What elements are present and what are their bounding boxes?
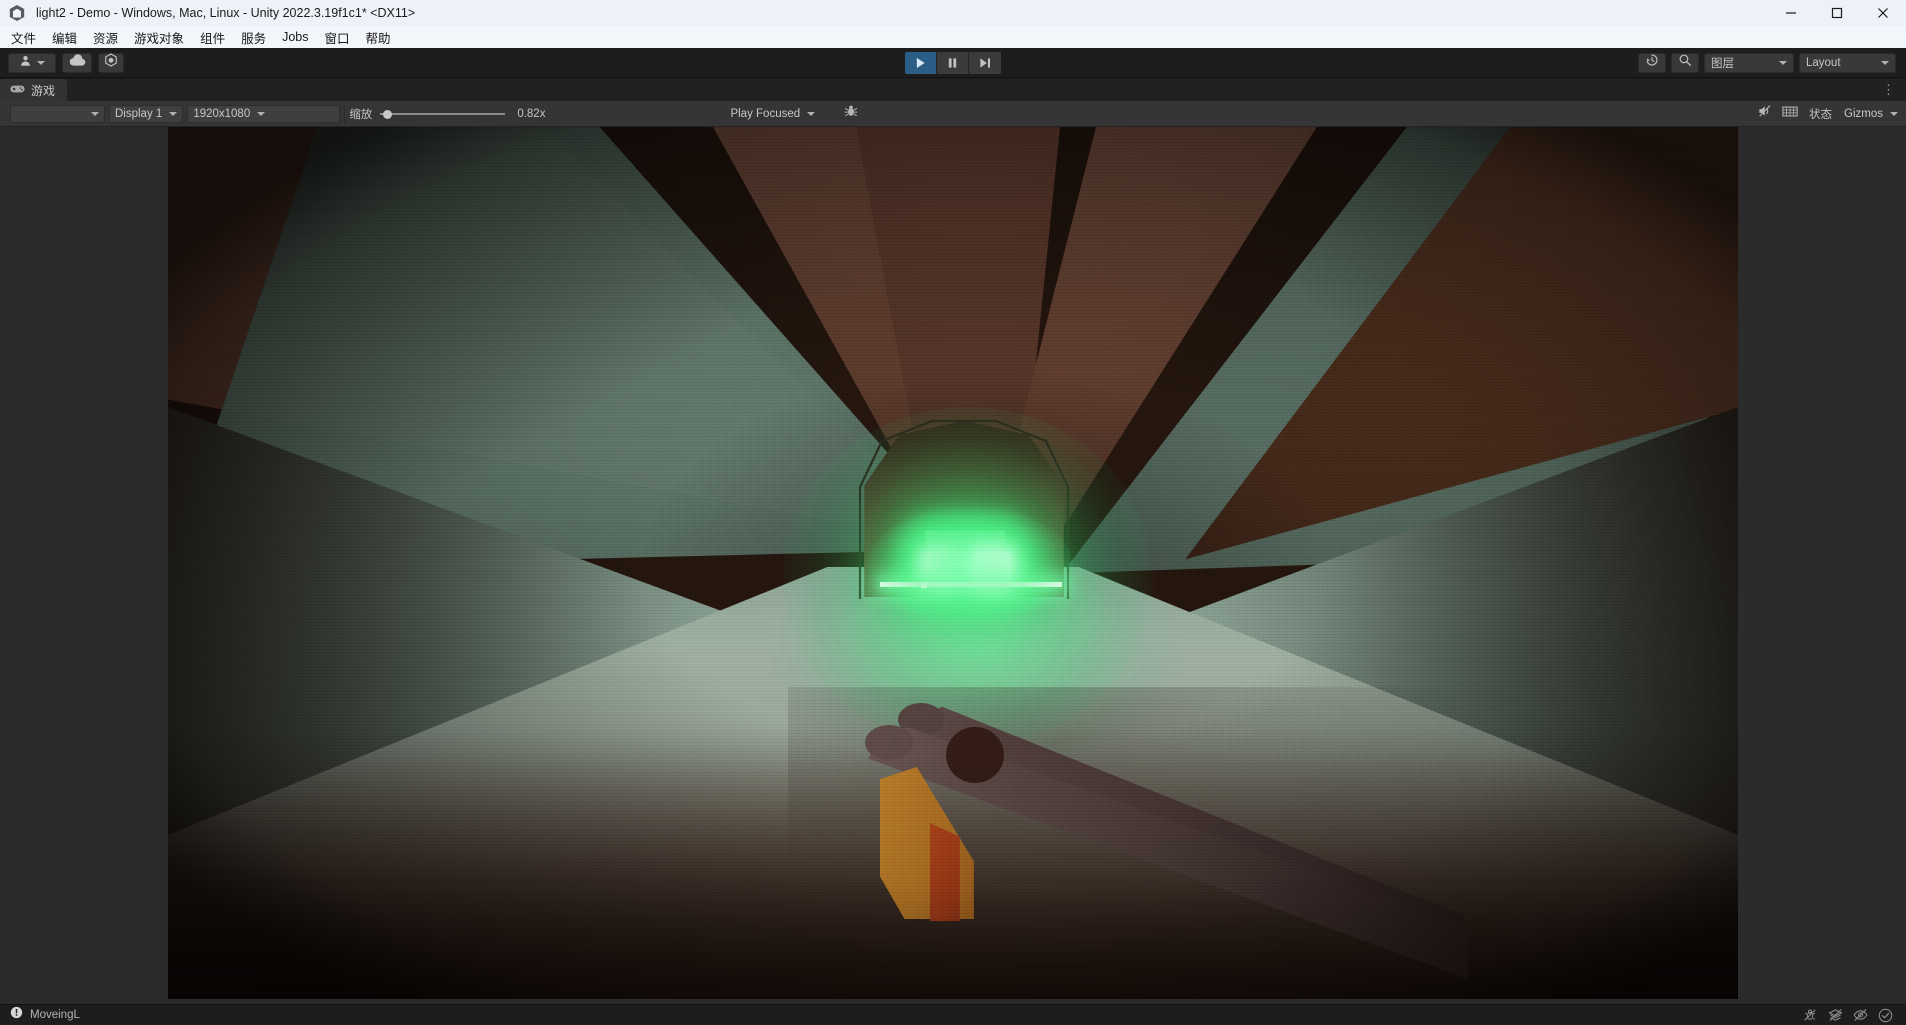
bug-disabled-icon[interactable] <box>1799 1006 1821 1024</box>
game-view-render[interactable] <box>168 127 1738 999</box>
kebab-menu-icon[interactable]: ⋮ <box>1872 79 1906 101</box>
layout-dropdown[interactable]: Layout <box>1799 52 1896 73</box>
zoom-value: 0.82x <box>517 107 546 120</box>
vehicle-marker-dot <box>921 583 927 588</box>
menu-item-assets[interactable]: 资源 <box>85 26 126 48</box>
menu-item-gameobject[interactable]: 游戏对象 <box>126 26 192 48</box>
mute-audio-icon <box>1758 104 1774 123</box>
zoom-slider-track <box>380 112 506 115</box>
menu-item-file[interactable]: 文件 <box>3 26 44 48</box>
toolbar-right-group: 图层 Layout <box>1638 52 1896 73</box>
mute-audio-button[interactable] <box>1754 104 1778 124</box>
weapon-shadow-wash <box>788 687 1738 999</box>
resolution-dropdown[interactable]: 1920x1080 <box>187 104 341 123</box>
menu-item-window[interactable]: 窗口 <box>317 26 358 48</box>
error-info-icon <box>10 1006 23 1024</box>
status-message-text: MoveingL <box>30 1009 80 1021</box>
pause-button[interactable] <box>937 51 969 74</box>
menu-bar: 文件 编辑 资源 游戏对象 组件 服务 Jobs 窗口 帮助 <box>0 26 1906 48</box>
main-toolbar: 图层 Layout <box>0 48 1906 78</box>
game-view-container <box>0 127 1906 1004</box>
menu-item-component[interactable]: 组件 <box>192 26 233 48</box>
game-panel: 游戏 ⋮ Display 1 1920x1080 缩放 0.82x Play F… <box>0 79 1906 1004</box>
resolution-dropdown-label: 1920x1080 <box>193 107 251 120</box>
scene-stage <box>168 127 1738 999</box>
zoom-slider-handle[interactable] <box>382 109 392 119</box>
layers-dropdown-label: 图层 <box>1711 57 1734 70</box>
maximize-button[interactable] <box>1814 0 1860 26</box>
play-button[interactable] <box>905 51 937 74</box>
history-icon <box>1645 53 1659 72</box>
vehicle-ground-streak <box>880 582 1062 587</box>
layers-disabled-icon[interactable] <box>1824 1006 1846 1024</box>
layers-dropdown[interactable]: 图层 <box>1704 52 1794 73</box>
zoom-label: 缩放 <box>349 108 373 121</box>
gizmos-dropdown[interactable]: Gizmos <box>1839 105 1900 123</box>
unity-logo-icon <box>9 5 25 21</box>
menu-item-jobs[interactable]: Jobs <box>274 26 316 48</box>
tab-game-label: 游戏 <box>31 83 56 98</box>
window-title: light2 - Demo - Windows, Mac, Linux - Un… <box>36 6 416 20</box>
status-bar: MoveingL <box>0 1004 1906 1025</box>
chevron-down-icon <box>91 111 99 116</box>
chevron-down-icon <box>807 111 816 116</box>
cloud-button[interactable] <box>62 52 92 73</box>
play-mode-dropdown[interactable]: Play Focused <box>725 105 837 123</box>
title-bar: light2 - Demo - Windows, Mac, Linux - Un… <box>0 0 1906 26</box>
history-button[interactable] <box>1638 52 1666 73</box>
account-avatar-icon <box>19 54 32 72</box>
play-mode-label: Play Focused <box>730 107 801 120</box>
frame-debugger-button[interactable] <box>1778 104 1802 124</box>
minimize-button[interactable] <box>1768 0 1814 26</box>
play-controls <box>905 51 1001 74</box>
check-circle-icon[interactable] <box>1874 1006 1896 1024</box>
tab-game[interactable]: 游戏 <box>0 79 68 101</box>
chevron-down-icon <box>1779 60 1787 65</box>
status-message-area[interactable]: MoveingL <box>10 1006 80 1024</box>
display-dropdown[interactable]: Display 1 <box>109 104 184 123</box>
window-controls <box>1768 0 1906 26</box>
gamepad-icon <box>10 83 25 97</box>
close-button[interactable] <box>1860 0 1906 26</box>
status-bar-icons <box>1799 1006 1896 1024</box>
stats-button[interactable]: 状态 <box>1802 104 1839 124</box>
menu-item-help[interactable]: 帮助 <box>358 26 399 48</box>
search-button[interactable] <box>1671 52 1699 73</box>
aspect-dropdown[interactable] <box>10 104 105 123</box>
search-icon <box>1678 53 1692 72</box>
account-button[interactable] <box>8 52 56 73</box>
debug-button[interactable] <box>839 104 863 124</box>
menu-item-edit[interactable]: 编辑 <box>44 26 85 48</box>
game-view-toolbar: Display 1 1920x1080 缩放 0.82x Play Focuse… <box>0 101 1906 127</box>
unity-settings-icon <box>104 53 118 72</box>
frame-debugger-icon <box>1782 105 1798 123</box>
toolbar-divider <box>344 104 346 123</box>
stats-label: 状态 <box>1809 108 1833 121</box>
chevron-down-icon <box>1881 60 1889 65</box>
chevron-down-icon <box>1890 111 1898 116</box>
display-dropdown-label: Display 1 <box>115 107 163 120</box>
cloud-icon <box>69 53 86 72</box>
menu-item-services[interactable]: 服务 <box>233 26 274 48</box>
unity-services-button[interactable] <box>98 52 124 73</box>
gizmos-label: Gizmos <box>1844 107 1883 120</box>
zoom-slider[interactable] <box>380 107 506 121</box>
bug-icon <box>844 104 858 123</box>
game-toolbar-right-group: 状态 Gizmos <box>1754 104 1900 124</box>
chevron-down-icon <box>257 111 266 116</box>
chevron-down-icon <box>169 111 178 116</box>
step-button[interactable] <box>969 51 1001 74</box>
panel-tabstrip: 游戏 ⋮ <box>0 79 1906 101</box>
layout-dropdown-label: Layout <box>1806 56 1841 69</box>
chevron-down-icon <box>37 60 45 65</box>
preview-disabled-icon[interactable] <box>1849 1006 1871 1024</box>
